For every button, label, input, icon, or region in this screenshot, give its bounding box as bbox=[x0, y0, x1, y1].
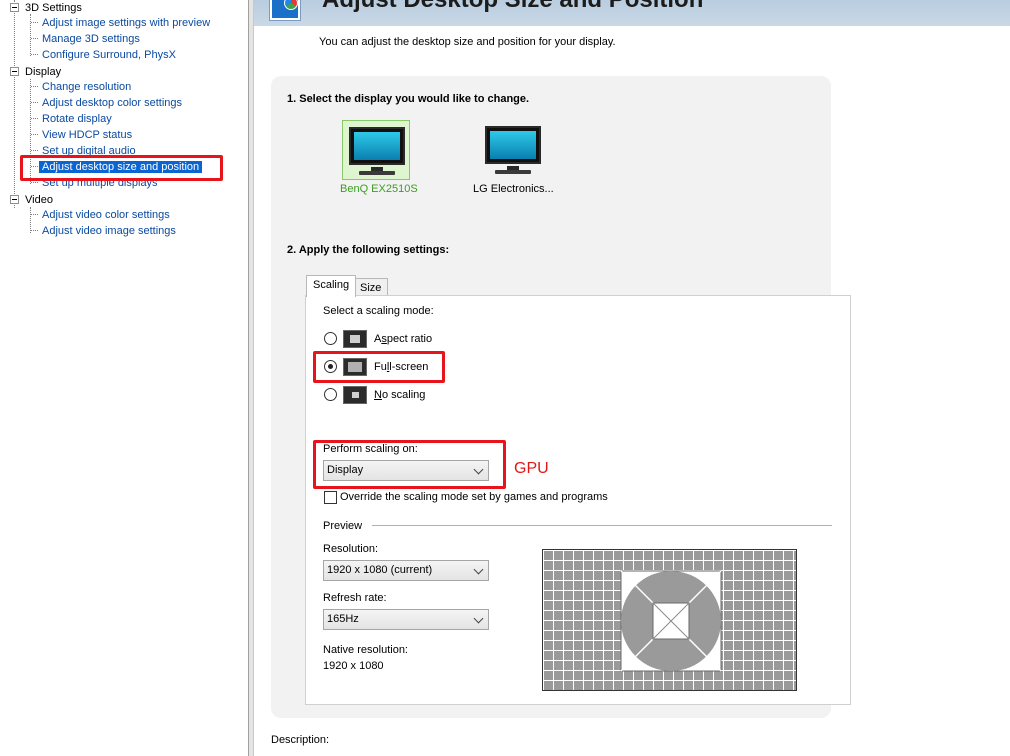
tree-branch bbox=[31, 38, 38, 39]
highlight-annotation bbox=[313, 440, 506, 489]
aspect-ratio-radio[interactable] bbox=[324, 332, 337, 345]
tab-scaling[interactable]: Scaling bbox=[306, 275, 357, 297]
tree-item-view-hdcp-status[interactable]: View HDCP status bbox=[42, 127, 132, 143]
dropdown-value: 1920 x 1080 (current) bbox=[327, 564, 433, 576]
tree-item-rotate-display[interactable]: Rotate display bbox=[42, 111, 112, 127]
tree-branch bbox=[31, 182, 38, 183]
tree-item-adjust-desktop-color[interactable]: Adjust desktop color settings bbox=[42, 95, 182, 111]
tree-guide-line bbox=[30, 14, 31, 56]
tree-branch bbox=[31, 22, 38, 23]
display-label[interactable]: LG Electronics... bbox=[473, 183, 554, 195]
override-scaling-checkbox[interactable] bbox=[324, 491, 337, 504]
tree-branch bbox=[31, 214, 38, 215]
highlight-annotation bbox=[313, 351, 445, 383]
tree-branch bbox=[31, 150, 38, 151]
color-wheel-icon bbox=[284, 0, 298, 10]
collapse-display-icon[interactable] bbox=[10, 67, 19, 76]
scaling-preview bbox=[542, 549, 797, 691]
tree-branch bbox=[31, 102, 38, 103]
no-scaling-icon bbox=[343, 386, 367, 404]
resolution-dropdown[interactable]: 1920 x 1080 (current) bbox=[323, 560, 489, 581]
tree-item-adjust-image-settings[interactable]: Adjust image settings with preview bbox=[42, 15, 210, 31]
override-scaling-label[interactable]: Override the scaling mode set by games a… bbox=[340, 491, 608, 503]
display-label[interactable]: BenQ EX2510S bbox=[340, 183, 418, 195]
gpu-annotation: GPU bbox=[514, 460, 549, 477]
mnemonic-letter: N bbox=[374, 389, 382, 401]
chevron-down-icon bbox=[473, 613, 484, 624]
mnemonic-letter: s bbox=[381, 333, 387, 345]
no-scaling-radio[interactable] bbox=[324, 388, 337, 401]
tree-category-video[interactable]: Video bbox=[25, 192, 53, 208]
tree-branch bbox=[31, 54, 38, 55]
display-settings-icon bbox=[270, 0, 300, 20]
content-pane: Adjust Desktop Size and Position You can… bbox=[254, 0, 1010, 756]
tree-item-adjust-video-color[interactable]: Adjust video color settings bbox=[42, 207, 170, 223]
page-subtitle: You can adjust the desktop size and posi… bbox=[319, 36, 616, 48]
preview-test-pattern bbox=[620, 570, 722, 672]
resolution-label: Resolution: bbox=[323, 543, 379, 555]
chevron-down-icon bbox=[473, 564, 484, 575]
step1-heading: 1. Select the display you would like to … bbox=[287, 93, 530, 105]
refresh-rate-label: Refresh rate: bbox=[323, 592, 387, 604]
tree-branch bbox=[31, 134, 38, 135]
tree-branch bbox=[31, 118, 38, 119]
collapse-3d-settings-icon[interactable] bbox=[10, 3, 19, 12]
native-resolution-label: Native resolution: bbox=[323, 644, 408, 656]
description-label: Description: bbox=[271, 734, 330, 746]
display-lg[interactable] bbox=[479, 120, 547, 180]
tree-branch bbox=[31, 230, 38, 231]
step2-heading: 2. Apply the following settings: bbox=[287, 244, 450, 256]
refresh-rate-dropdown[interactable]: 165Hz bbox=[323, 609, 489, 630]
native-resolution-value: 1920 x 1080 bbox=[323, 660, 384, 672]
aspect-ratio-icon bbox=[343, 330, 367, 348]
tree-category-3d-settings[interactable]: 3D Settings bbox=[25, 0, 82, 16]
tree-item-manage-3d-settings[interactable]: Manage 3D settings bbox=[42, 31, 140, 47]
collapse-video-icon[interactable] bbox=[10, 195, 19, 204]
scaling-mode-label: Select a scaling mode: bbox=[323, 305, 434, 317]
highlight-annotation bbox=[20, 155, 223, 181]
display-benq[interactable] bbox=[342, 120, 410, 180]
monitor-icon bbox=[349, 127, 405, 165]
tree-guide-line bbox=[14, 0, 15, 208]
tree-item-adjust-video-image[interactable]: Adjust video image settings bbox=[42, 223, 176, 239]
monitor-base bbox=[495, 170, 531, 174]
tree-category-display[interactable]: Display bbox=[25, 64, 61, 80]
preview-divider bbox=[372, 525, 832, 526]
tree-item-configure-surround[interactable]: Configure Surround, PhysX bbox=[42, 47, 176, 63]
tree-item-change-resolution[interactable]: Change resolution bbox=[42, 79, 131, 95]
dropdown-value: 165Hz bbox=[327, 613, 359, 625]
monitor-icon bbox=[485, 126, 541, 164]
page-title: Adjust Desktop Size and Position bbox=[322, 0, 703, 14]
navigation-tree: 3D Settings Adjust image settings with p… bbox=[0, 0, 248, 756]
no-scaling-label[interactable]: No scaling bbox=[374, 389, 425, 401]
preview-label: Preview bbox=[323, 520, 363, 532]
tree-branch bbox=[31, 86, 38, 87]
aspect-ratio-label[interactable]: Aspect ratio bbox=[374, 333, 432, 345]
monitor-base bbox=[359, 171, 395, 175]
